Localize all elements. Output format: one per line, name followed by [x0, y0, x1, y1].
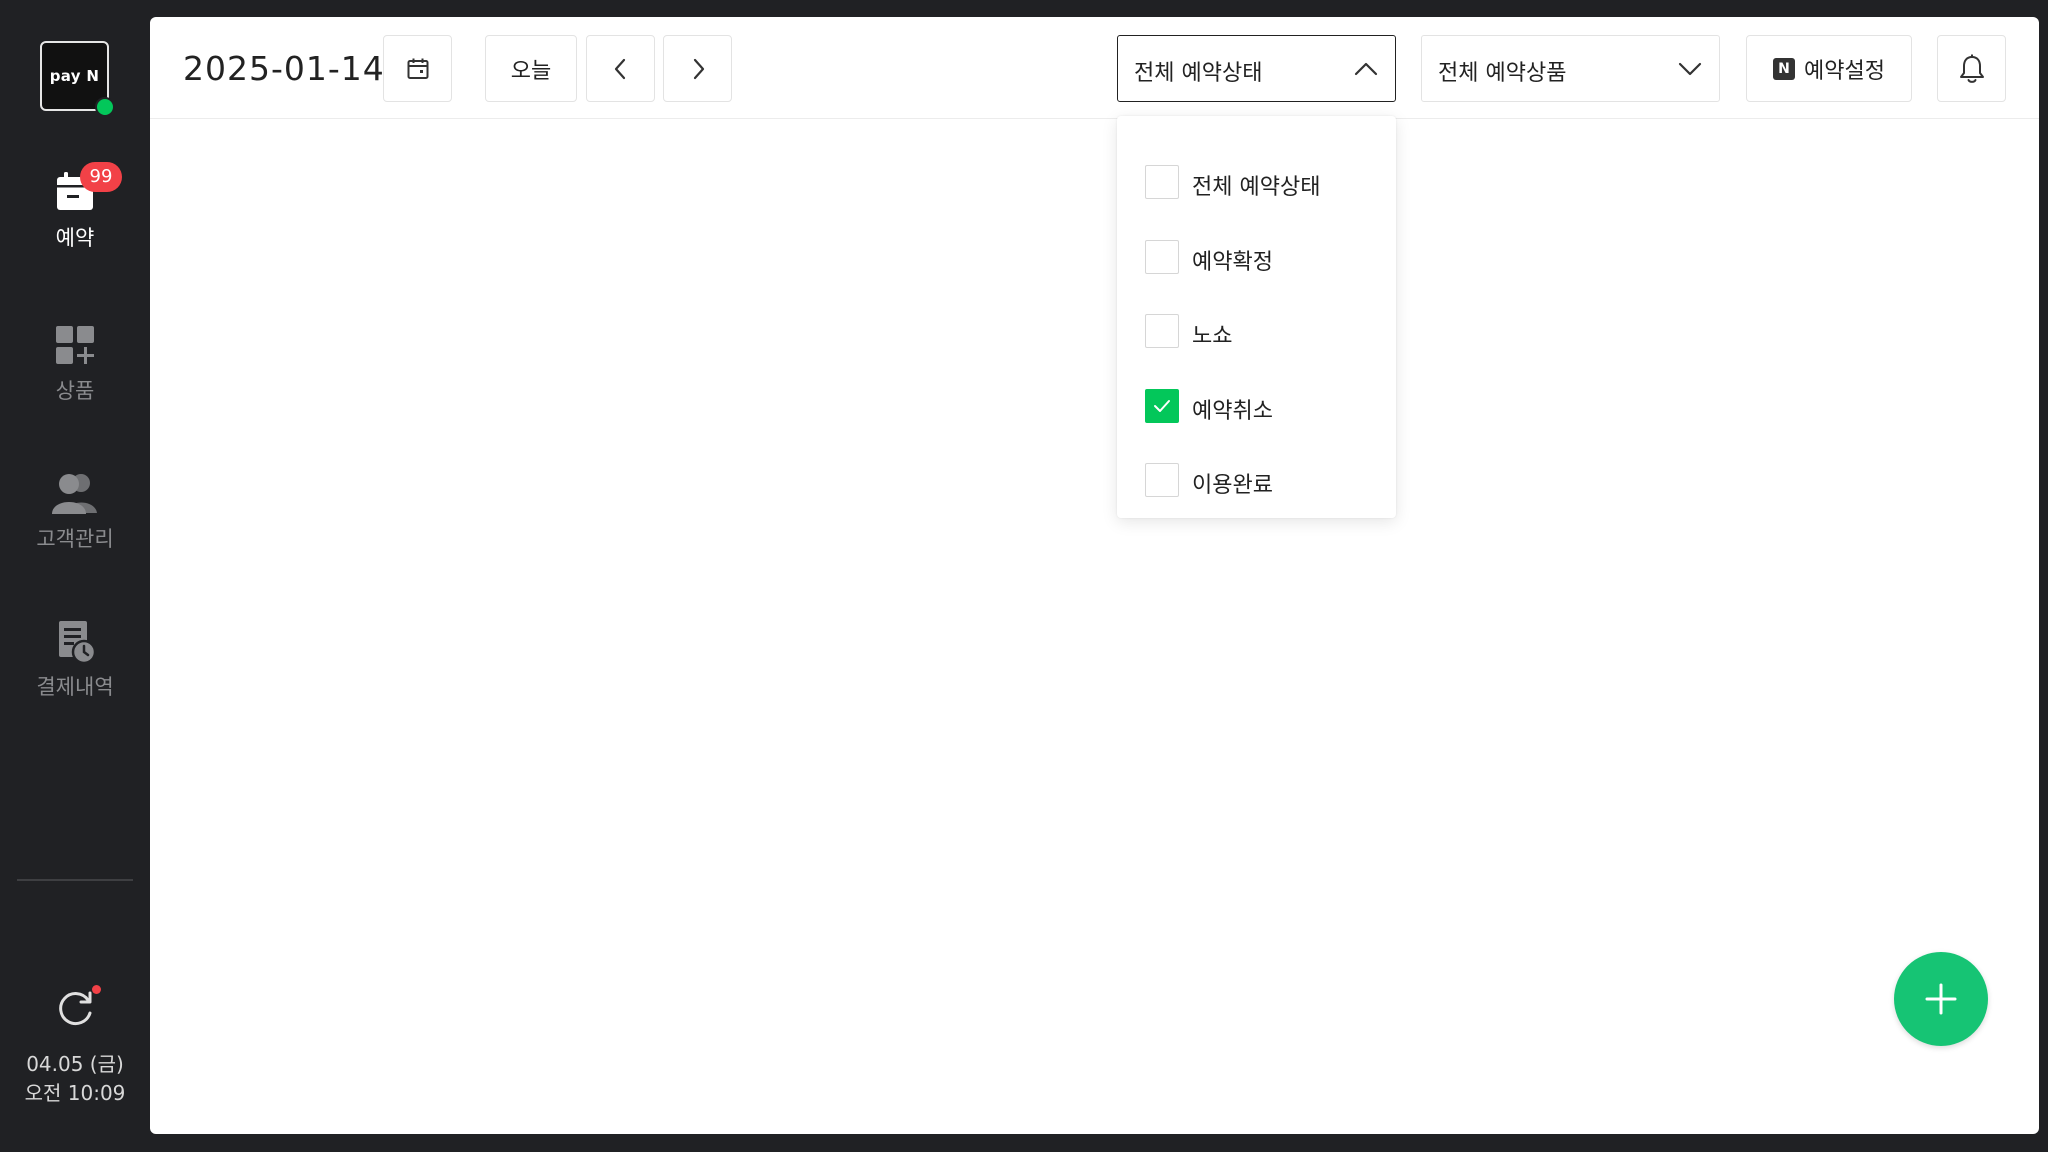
top-toolbar: 2025-01-14 오늘 전체 예약상태 전체 예약상품 N 예약설정: [150, 17, 2039, 119]
status-option-label: 예약취소: [1192, 399, 1273, 424]
sidebar-item-label: 고객관리: [36, 527, 114, 551]
checkmark-icon: [1153, 399, 1170, 412]
status-option-cancelled[interactable]: 예약취소: [1117, 377, 1396, 437]
status-option-label: 전체 예약상태: [1192, 175, 1321, 200]
logo-text: pay N: [49, 67, 100, 85]
status-option-label: 노쇼: [1192, 324, 1233, 349]
calendar-picker-button[interactable]: [383, 35, 452, 102]
checkbox-checked[interactable]: [1145, 389, 1179, 423]
plus-icon: [1925, 983, 1957, 1015]
sidebar-item-customers[interactable]: 고객관리: [0, 471, 150, 553]
main-panel: 2025-01-14 오늘 전체 예약상태 전체 예약상품 N 예약설정 전체 …: [150, 17, 2039, 1134]
prev-day-button[interactable]: [586, 35, 655, 102]
add-reservation-button[interactable]: [1894, 952, 1988, 1046]
clock-time: 오전 10:09: [24, 1081, 126, 1105]
today-button-label: 오늘: [510, 58, 552, 84]
clock-date: 04.05 (금): [26, 1052, 124, 1076]
chevron-left-icon: [614, 58, 625, 79]
calendar-icon: [407, 58, 428, 79]
current-date: 2025-01-14: [183, 49, 385, 88]
sidebar-item-label: 예약: [55, 226, 95, 250]
bell-icon: [1959, 54, 1984, 83]
product-filter-dropdown[interactable]: 전체 예약상품: [1421, 35, 1720, 102]
checkbox[interactable]: [1145, 240, 1179, 274]
sidebar: pay N 예약 99 상품 고객관리 결제내역 04.05 (금) 오전 10…: [0, 0, 150, 1152]
receipt-clock-icon: [53, 619, 97, 665]
checkbox[interactable]: [1145, 314, 1179, 348]
reservation-settings-label: 예약설정: [1804, 58, 1885, 84]
checkbox[interactable]: [1145, 165, 1179, 199]
app-logo[interactable]: pay N: [40, 41, 115, 117]
refresh-icon: [59, 991, 92, 1026]
checkbox[interactable]: [1145, 463, 1179, 497]
status-option-label: 이용완료: [1192, 473, 1273, 498]
sidebar-item-label: 결제내역: [36, 675, 114, 699]
refresh-button[interactable]: [55, 988, 97, 1030]
users-icon: [52, 471, 97, 515]
sidebar-item-reservations[interactable]: 예약: [0, 170, 150, 252]
notifications-button[interactable]: [1937, 35, 2006, 102]
status-option-all[interactable]: 전체 예약상태: [1117, 153, 1396, 213]
grid-plus-icon: [53, 323, 97, 367]
today-button[interactable]: 오늘: [485, 35, 577, 102]
online-status-dot: [95, 97, 115, 117]
status-option-noshow[interactable]: 노쇼: [1117, 302, 1396, 362]
naver-n-icon: N: [1773, 57, 1796, 80]
reservation-count-badge: 99: [80, 162, 122, 192]
next-day-button[interactable]: [663, 35, 732, 102]
clock: 04.05 (금) 오전 10:09: [0, 1050, 150, 1108]
chevron-right-icon: [693, 58, 704, 79]
status-option-label: 예약확정: [1192, 250, 1273, 275]
refresh-notification-dot: [92, 985, 101, 994]
chevron-up-icon: [1354, 62, 1378, 76]
status-option-completed[interactable]: 이용완료: [1117, 451, 1396, 511]
chevron-down-icon: [1678, 62, 1702, 76]
sidebar-item-payments[interactable]: 결제내역: [0, 619, 150, 701]
status-filter-dropdown[interactable]: 전체 예약상태: [1117, 35, 1396, 102]
product-filter-value: 전체 예약상품: [1438, 61, 1567, 86]
status-filter-menu: 전체 예약상태 예약확정 노쇼 예약취소 이용완료: [1117, 116, 1396, 518]
sidebar-divider: [17, 879, 133, 881]
sidebar-item-label: 상품: [55, 379, 95, 403]
sidebar-item-products[interactable]: 상품: [0, 323, 150, 405]
reservation-settings-button[interactable]: N 예약설정: [1746, 35, 1912, 102]
status-filter-value: 전체 예약상태: [1134, 61, 1263, 86]
status-option-confirmed[interactable]: 예약확정: [1117, 228, 1396, 288]
